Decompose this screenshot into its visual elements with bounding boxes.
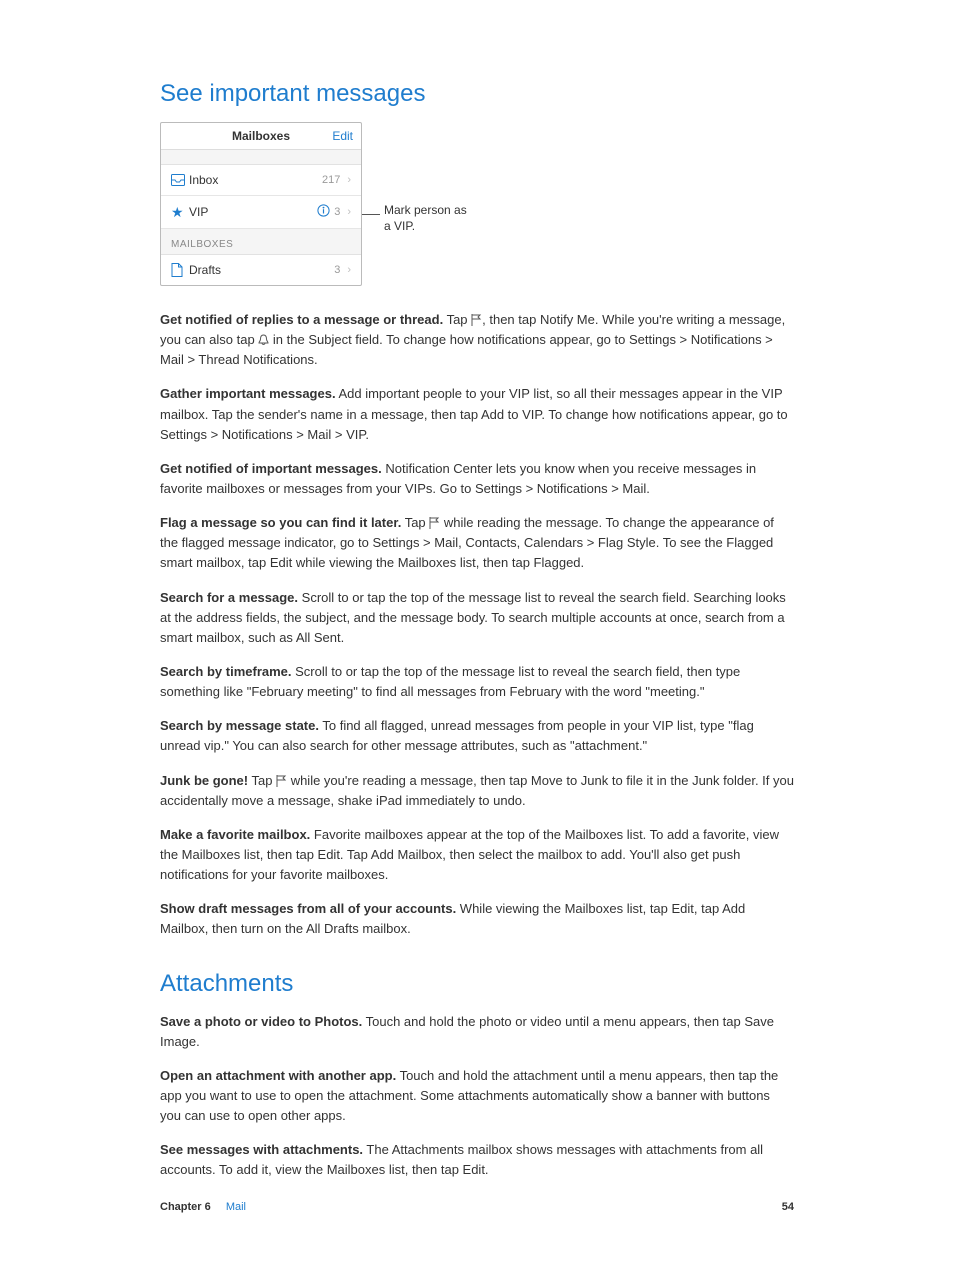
mailboxes-figure: Mailboxes Edit Inbox 217 › ★ VIP bbox=[160, 122, 794, 286]
lead: Search by message state. bbox=[160, 718, 319, 733]
lead: Open an attachment with another app. bbox=[160, 1068, 396, 1083]
text: Tap bbox=[443, 312, 471, 327]
flag-icon bbox=[471, 314, 482, 326]
paragraph-flag: Flag a message so you can find it later.… bbox=[160, 513, 794, 573]
lead: Flag a message so you can find it later. bbox=[160, 515, 401, 530]
paragraph-search-timeframe: Search by timeframe. Scroll to or tap th… bbox=[160, 662, 794, 702]
inbox-label: Inbox bbox=[189, 173, 322, 187]
vip-label: VIP bbox=[189, 205, 317, 219]
edit-button[interactable]: Edit bbox=[332, 129, 353, 143]
star-icon: ★ bbox=[171, 205, 189, 219]
section-heading-attachments: Attachments bbox=[160, 970, 794, 998]
paragraph-junk: Junk be gone! Tap while you're reading a… bbox=[160, 771, 794, 811]
callout-line bbox=[362, 214, 380, 215]
callout-text: Mark person as a VIP. bbox=[384, 202, 474, 234]
text: Tap bbox=[401, 515, 429, 530]
mailboxes-panel: Mailboxes Edit Inbox 217 › ★ VIP bbox=[160, 122, 362, 286]
lead: Show draft messages from all of your acc… bbox=[160, 901, 456, 916]
lead: See messages with attachments. bbox=[160, 1142, 363, 1157]
lead: Save a photo or video to Photos. bbox=[160, 1014, 362, 1029]
panel-spacer bbox=[161, 150, 361, 165]
lead: Get notified of replies to a message or … bbox=[160, 312, 443, 327]
paragraph-drafts: Show draft messages from all of your acc… bbox=[160, 899, 794, 939]
section-heading-important: See important messages bbox=[160, 80, 794, 108]
paragraph-notify-important: Get notified of important messages. Noti… bbox=[160, 459, 794, 499]
mailbox-row-vip[interactable]: ★ VIP 3 › bbox=[161, 196, 361, 229]
inbox-count: 217 bbox=[322, 174, 340, 186]
chapter-number: Chapter 6 bbox=[160, 1201, 211, 1213]
drafts-count: 3 bbox=[334, 264, 340, 276]
lead: Gather important messages. bbox=[160, 386, 336, 401]
text: Tap bbox=[248, 773, 276, 788]
inbox-meta: 217 › bbox=[322, 174, 351, 186]
flag-icon bbox=[276, 775, 287, 787]
paragraph-save-photo: Save a photo or video to Photos. Touch a… bbox=[160, 1012, 794, 1052]
lead: Junk be gone! bbox=[160, 773, 248, 788]
paragraph-favorite-mailbox: Make a favorite mailbox. Favorite mailbo… bbox=[160, 825, 794, 885]
chapter-name: Mail bbox=[226, 1201, 246, 1213]
paragraph-search-state: Search by message state. To find all fla… bbox=[160, 716, 794, 756]
lead: Make a favorite mailbox. bbox=[160, 827, 310, 842]
lead: Search by timeframe. bbox=[160, 664, 292, 679]
bell-icon bbox=[258, 334, 269, 346]
paragraph-open-attachment: Open an attachment with another app. Tou… bbox=[160, 1066, 794, 1126]
chevron-icon: › bbox=[347, 264, 351, 276]
paragraph-gather: Gather important messages. Add important… bbox=[160, 384, 794, 444]
lead: Get notified of important messages. bbox=[160, 461, 382, 476]
paragraph-search: Search for a message. Scroll to or tap t… bbox=[160, 588, 794, 648]
chevron-icon: › bbox=[347, 174, 351, 186]
document-icon bbox=[171, 263, 189, 277]
drafts-meta: 3 › bbox=[334, 264, 351, 276]
panel-header: Mailboxes Edit bbox=[161, 123, 361, 150]
lead: Search for a message. bbox=[160, 590, 298, 605]
page-footer: Chapter 6 Mail 54 bbox=[160, 1201, 794, 1213]
paragraph-see-attachments: See messages with attachments. The Attac… bbox=[160, 1140, 794, 1180]
drafts-label: Drafts bbox=[189, 263, 334, 277]
mailbox-row-drafts[interactable]: Drafts 3 › bbox=[161, 255, 361, 285]
inbox-icon bbox=[171, 174, 189, 186]
vip-count: 3 bbox=[334, 206, 340, 218]
paragraph-notify-replies: Get notified of replies to a message or … bbox=[160, 310, 794, 370]
mailbox-row-inbox[interactable]: Inbox 217 › bbox=[161, 165, 361, 196]
vip-meta: 3 › bbox=[317, 204, 351, 220]
chevron-icon: › bbox=[347, 206, 351, 218]
page-number: 54 bbox=[782, 1201, 794, 1213]
group-label: MAILBOXES bbox=[161, 229, 361, 255]
flag-icon bbox=[429, 517, 440, 529]
panel-title: Mailboxes bbox=[232, 129, 290, 143]
info-icon[interactable] bbox=[317, 204, 330, 220]
